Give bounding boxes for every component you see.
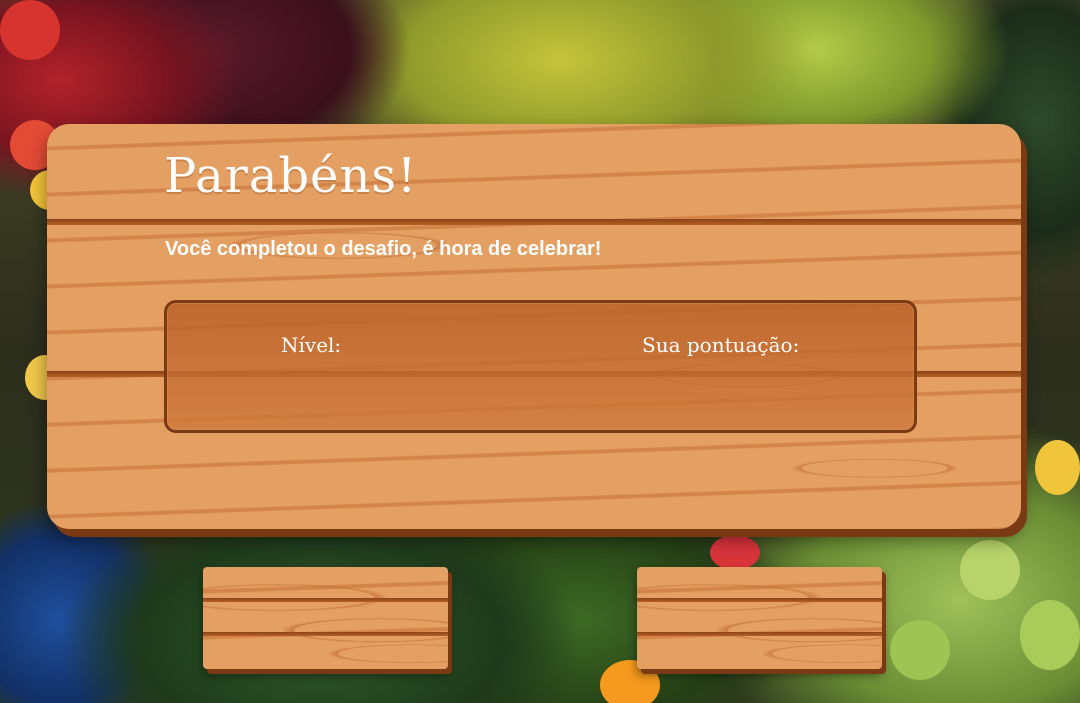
plank-seam (203, 632, 448, 636)
dialog-title: Parabéns! (164, 148, 418, 204)
congrats-dialog: Parabéns! Você completou o desafio, é ho… (47, 124, 1021, 529)
level-label: Nível: (281, 333, 342, 357)
dialog-subtitle: Você completou o desafio, é hora de cele… (165, 238, 602, 260)
plank-seam (637, 598, 882, 602)
score-box: Nível: Sua pontuação: (164, 300, 917, 433)
plank-seam (47, 219, 1021, 225)
right-wood-button[interactable] (637, 567, 882, 669)
left-wood-button[interactable] (203, 567, 448, 669)
plank-seam (637, 632, 882, 636)
score-label: Sua pontuação: (642, 333, 800, 357)
plank-seam (203, 598, 448, 602)
